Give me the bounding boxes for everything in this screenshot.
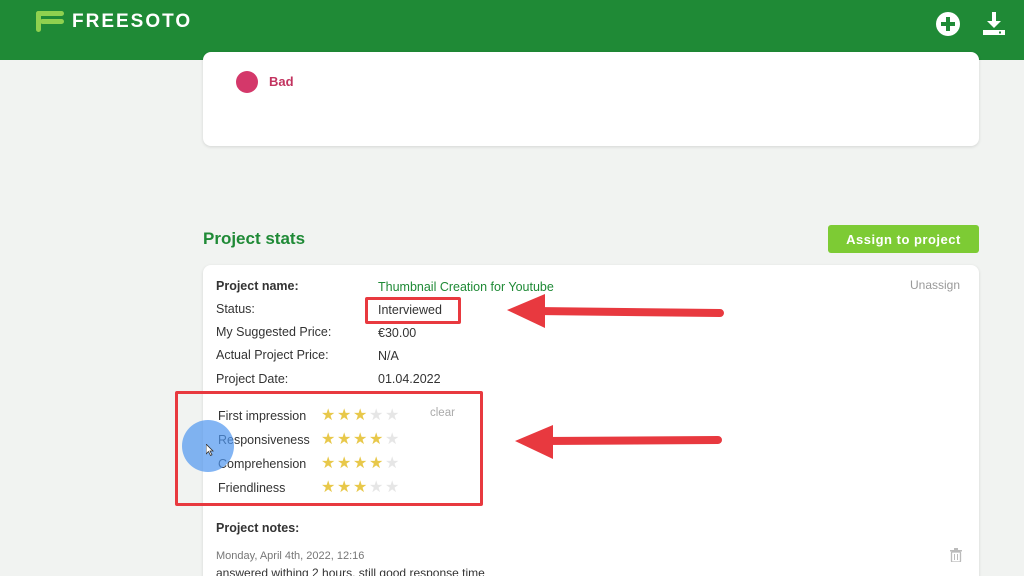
bad-label: Bad bbox=[269, 74, 294, 89]
project-name-label: Project name: bbox=[216, 279, 299, 293]
section-title: Project stats bbox=[203, 229, 306, 248]
download-button[interactable] bbox=[980, 10, 1008, 38]
suggested-price-label: My Suggested Price: bbox=[216, 325, 332, 339]
feedback-card bbox=[203, 52, 979, 146]
delete-note-button[interactable] bbox=[950, 548, 962, 567]
plus-circle-icon bbox=[936, 12, 960, 36]
notes-title: Project notes: bbox=[216, 521, 300, 535]
note-text: answered withing 2 hours, still good res… bbox=[216, 566, 485, 576]
mouse-cursor-icon bbox=[206, 444, 214, 456]
brand-name: FREESOTO bbox=[72, 11, 193, 32]
arrow-annotation-icon bbox=[507, 294, 724, 328]
unassign-link[interactable]: Unassign bbox=[910, 278, 960, 292]
assign-to-project-button[interactable]: Assign to project bbox=[828, 225, 979, 253]
add-button[interactable] bbox=[934, 10, 962, 38]
actual-price-label: Actual Project Price: bbox=[216, 348, 329, 362]
arrow-annotation-icon bbox=[515, 425, 722, 459]
bad-indicator-dot bbox=[236, 71, 258, 93]
download-icon bbox=[983, 12, 1005, 35]
project-date-label: Project Date: bbox=[216, 372, 289, 386]
suggested-price-value: €30.00 bbox=[378, 326, 417, 340]
status-label: Status: bbox=[216, 302, 255, 316]
actual-price-value: N/A bbox=[378, 349, 399, 363]
trash-icon bbox=[950, 548, 962, 563]
top-bar: FREESOTO bbox=[0, 0, 1024, 60]
logo-icon bbox=[36, 11, 66, 33]
project-date-value: 01.04.2022 bbox=[378, 372, 441, 386]
status-highlight-box bbox=[365, 297, 461, 324]
project-name-link[interactable]: Thumbnail Creation for Youtube bbox=[378, 280, 554, 294]
note-date: Monday, April 4th, 2022, 12:16 bbox=[216, 550, 365, 562]
brand-logo[interactable]: FREESOTO bbox=[36, 11, 192, 33]
